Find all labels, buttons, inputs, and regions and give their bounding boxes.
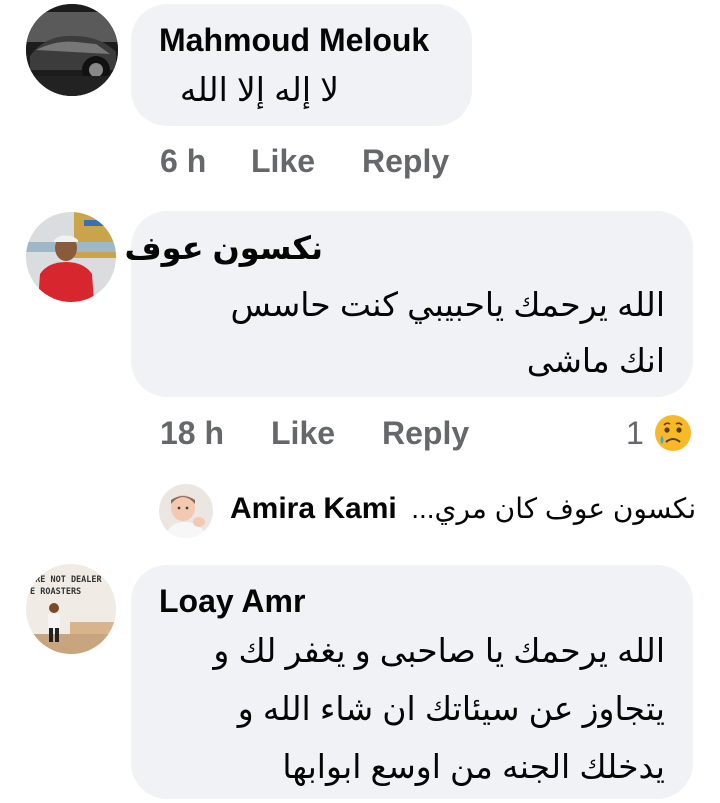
avatar[interactable]: ARE NOT DEALER E ROASTERS	[26, 564, 116, 654]
avatar-sign-text: ARE NOT DEALER	[30, 575, 103, 585]
comment-author[interactable]: Loay Amr	[159, 583, 305, 620]
comment-timestamp[interactable]: 6 h	[160, 143, 206, 180]
reply-snippet: نكسون عوف كان مري...	[411, 493, 697, 524]
reply-author[interactable]: Amira Kami	[230, 492, 397, 525]
avatar[interactable]	[159, 484, 213, 538]
comment-text: الله يرحمك ياحبيبي كنت حاسس	[230, 286, 665, 323]
avatar[interactable]	[26, 4, 118, 96]
car-photo-icon	[26, 4, 118, 96]
reply-button[interactable]: Reply	[362, 143, 449, 180]
avatar-sign-text: E ROASTERS	[30, 587, 81, 597]
crying-face-icon[interactable]	[653, 413, 693, 453]
like-button[interactable]: Like	[251, 143, 315, 180]
comment-text: يدخلك الجنه من اوسع ابوابها	[282, 748, 665, 785]
comment-author[interactable]: نكسون عوف	[124, 229, 323, 267]
person-photo-icon: ARE NOT DEALER E ROASTERS	[26, 564, 116, 654]
baby-photo-icon	[159, 484, 213, 538]
comment-text: يتجاوز عن سيئاتك ان شاء الله و	[237, 690, 665, 727]
comment-text: الله يرحمك يا صاحبى و يغفر لك و	[213, 632, 665, 669]
person-photo-icon	[26, 212, 116, 302]
like-button[interactable]: Like	[271, 415, 335, 452]
reply-preview[interactable]: Amira Kami نكسون عوف كان مري...	[230, 492, 696, 526]
comment-bubble: Mahmoud Melouk لا إله إلا الله	[131, 4, 472, 126]
comment-bubble: نكسون عوف الله يرحمك ياحبيبي كنت حاسس ان…	[124, 211, 693, 397]
comment-text: لا إله إلا الله	[179, 71, 339, 108]
comment-author[interactable]: Mahmoud Melouk	[159, 22, 429, 59]
avatar[interactable]	[26, 212, 116, 302]
comment-text: انك ماشى	[526, 342, 665, 379]
comment-timestamp[interactable]: 18 h	[160, 415, 224, 452]
reaction-count[interactable]: 1	[626, 415, 644, 452]
comment-bubble: Loay Amr الله يرحمك يا صاحبى و يغفر لك و…	[131, 565, 693, 799]
reply-button[interactable]: Reply	[382, 415, 469, 452]
